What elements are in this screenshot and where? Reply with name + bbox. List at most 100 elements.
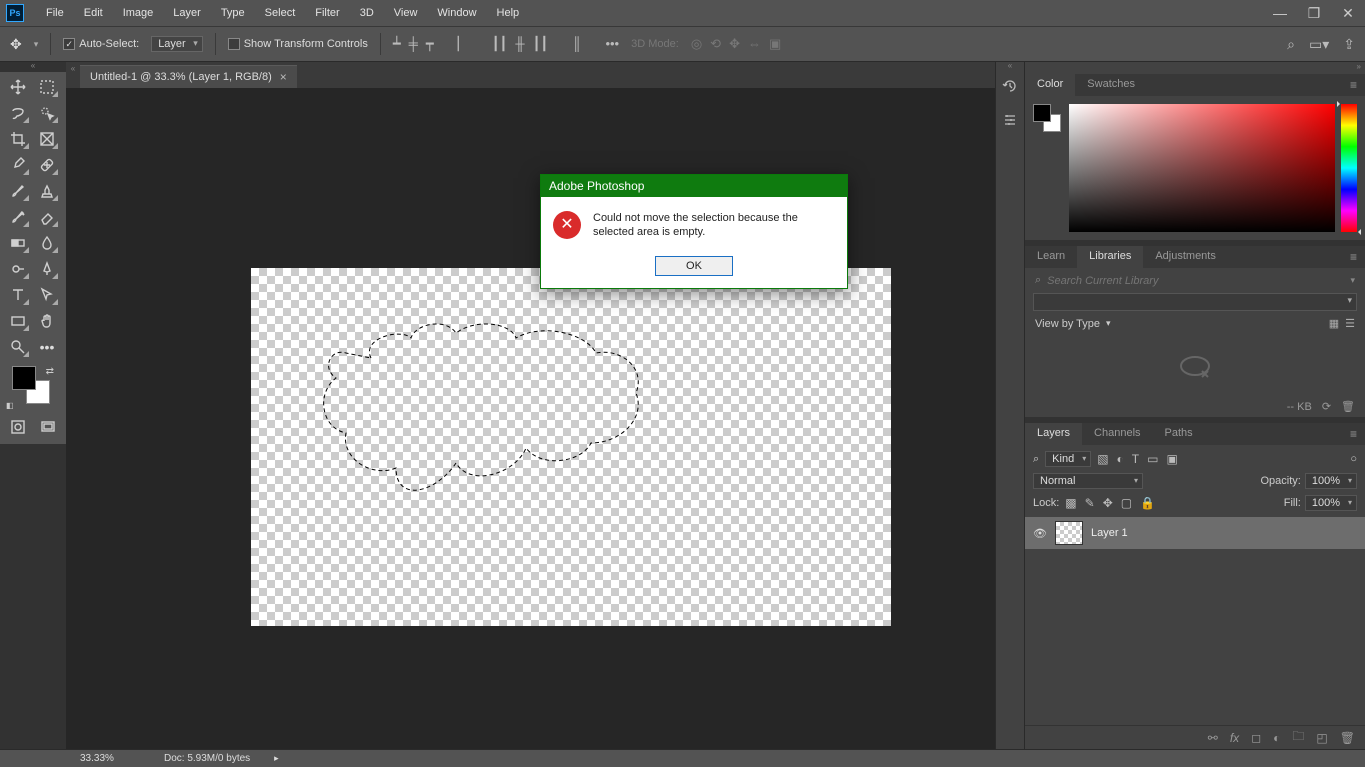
search-dropdown-icon[interactable]: ▾ [1350, 275, 1355, 286]
auto-select-target-dropdown[interactable]: Layer [151, 36, 203, 52]
history-panel-icon[interactable] [1000, 76, 1020, 96]
canvas-viewport[interactable] [66, 88, 995, 749]
align-vcenter-icon[interactable]: ╪ [409, 36, 418, 52]
menu-file[interactable]: File [36, 0, 74, 26]
layer-row[interactable]: 👁 Layer 1 [1025, 517, 1365, 549]
close-button[interactable]: ✕ [1331, 0, 1365, 26]
lib-panel-menu-icon[interactable]: ≡ [1342, 246, 1365, 268]
library-dropdown[interactable] [1033, 293, 1357, 311]
path-select-tool[interactable] [35, 284, 59, 306]
opacity-value[interactable]: 100% [1305, 473, 1357, 489]
filter-pixel-icon[interactable]: ▧ [1097, 452, 1108, 466]
layer-filter-dropdown[interactable]: Kind [1045, 451, 1091, 467]
history-brush-tool[interactable] [6, 206, 30, 228]
trash-icon[interactable]: 🗑 [1341, 400, 1355, 413]
brush-tool[interactable] [6, 180, 30, 202]
filter-smart-icon[interactable]: ▣ [1166, 452, 1177, 466]
library-view-label[interactable]: View by Type [1035, 318, 1100, 330]
menu-filter[interactable]: Filter [305, 0, 349, 26]
screen-mode-icon[interactable] [38, 416, 58, 438]
align-bottom-icon[interactable]: ┯ [426, 36, 434, 52]
lock-artboard-icon[interactable]: ▢ [1121, 496, 1132, 510]
more-align-icon[interactable]: ••• [605, 36, 619, 52]
sync-icon[interactable]: ⟳ [1322, 400, 1331, 413]
lock-all-icon[interactable]: 🔒 [1140, 496, 1155, 510]
color-panel-menu-icon[interactable]: ≡ [1342, 74, 1365, 96]
tab-color[interactable]: Color [1025, 74, 1075, 96]
move-tool[interactable] [6, 76, 30, 98]
hand-tool[interactable] [35, 310, 59, 332]
tab-adjustments[interactable]: Adjustments [1143, 246, 1228, 268]
status-more-icon[interactable]: ▸ [274, 753, 279, 764]
menu-edit[interactable]: Edit [74, 0, 113, 26]
type-tool[interactable] [6, 284, 30, 306]
share-icon[interactable]: ⇪ [1343, 36, 1355, 53]
lock-transparency-icon[interactable]: ▩ [1065, 496, 1076, 510]
frame-tool[interactable] [35, 128, 59, 150]
document-tab[interactable]: Untitled-1 @ 33.3% (Layer 1, RGB/8) × [80, 65, 297, 88]
menu-image[interactable]: Image [113, 0, 164, 26]
marquee-tool[interactable] [35, 76, 59, 98]
delete-layer-icon[interactable]: 🗑 [1340, 731, 1355, 745]
group-icon[interactable]: 🗀 [1292, 727, 1304, 748]
distribute-h-icon[interactable]: ║ [572, 36, 581, 52]
minimize-button[interactable]: — [1263, 0, 1297, 26]
panel-fg-swatch[interactable] [1033, 104, 1051, 122]
distribute-vcenter-icon[interactable]: ╫ [515, 36, 524, 52]
shape-tool[interactable] [6, 310, 30, 332]
quick-mask-icon[interactable] [8, 416, 28, 438]
align-top-icon[interactable]: ┷ [393, 36, 401, 52]
align-left-icon[interactable]: ▏ [458, 36, 468, 52]
layer-mask-icon[interactable]: ◻ [1251, 731, 1261, 745]
menu-3d[interactable]: 3D [350, 0, 384, 26]
panels-collapse[interactable]: » [1025, 62, 1365, 74]
new-layer-icon[interactable]: ◰ [1316, 731, 1327, 745]
filter-adjustment-icon[interactable]: ◐ [1117, 452, 1124, 466]
show-transform-checkbox[interactable]: Show Transform Controls [228, 38, 368, 50]
lasso-tool[interactable] [6, 102, 30, 124]
tab-libraries[interactable]: Libraries [1077, 246, 1143, 268]
link-layers-icon[interactable]: ⚯ [1208, 731, 1218, 745]
crop-tool[interactable] [6, 128, 30, 150]
toolbox-collapse-handle[interactable]: « [0, 62, 66, 72]
default-colors-icon[interactable]: ◧ [6, 401, 14, 410]
layers-panel-menu-icon[interactable]: ≡ [1342, 423, 1365, 445]
distribute-bottom-icon[interactable]: ┃┃ [533, 36, 549, 52]
auto-select-checkbox[interactable]: Auto-Select: [63, 38, 139, 50]
foreground-color-swatch[interactable] [12, 366, 36, 390]
blur-tool[interactable] [35, 232, 59, 254]
tab-channels[interactable]: Channels [1082, 423, 1152, 445]
close-tab-icon[interactable]: × [280, 70, 287, 84]
library-search-input[interactable] [1047, 275, 1344, 287]
hue-slider[interactable] [1341, 104, 1357, 232]
layer-thumbnail[interactable] [1055, 521, 1083, 545]
tab-layers[interactable]: Layers [1025, 423, 1082, 445]
ok-button[interactable]: OK [655, 256, 733, 276]
search-icon[interactable]: ⌕ [1287, 36, 1295, 53]
healing-tool[interactable] [35, 154, 59, 176]
blend-mode-dropdown[interactable]: Normal [1033, 473, 1143, 489]
tab-learn[interactable]: Learn [1025, 246, 1077, 268]
menu-window[interactable]: Window [427, 0, 486, 26]
panel-collapse-handle[interactable]: « [66, 64, 80, 76]
quick-select-tool[interactable] [35, 102, 59, 124]
maximize-button[interactable]: ❐ [1297, 0, 1331, 26]
clone-stamp-tool[interactable] [35, 180, 59, 202]
tab-swatches[interactable]: Swatches [1075, 74, 1147, 96]
lock-position-icon[interactable]: ✥ [1103, 496, 1113, 510]
swap-colors-icon[interactable]: ⇄ [46, 366, 54, 377]
menu-help[interactable]: Help [487, 0, 530, 26]
color-field[interactable] [1069, 104, 1335, 232]
menu-view[interactable]: View [384, 0, 428, 26]
pen-tool[interactable] [35, 258, 59, 280]
tool-preset-dropdown-icon[interactable]: ▾ [34, 39, 39, 50]
menu-select[interactable]: Select [255, 0, 306, 26]
filter-shape-icon[interactable]: ▭ [1147, 452, 1158, 466]
menu-layer[interactable]: Layer [163, 0, 211, 26]
zoom-tool[interactable] [6, 336, 30, 358]
grid-view-icon[interactable]: ▦ [1329, 317, 1339, 330]
document-canvas[interactable] [251, 268, 891, 626]
tab-paths[interactable]: Paths [1153, 423, 1205, 445]
menu-type[interactable]: Type [211, 0, 255, 26]
lock-pixels-icon[interactable]: ✎ [1085, 496, 1095, 510]
